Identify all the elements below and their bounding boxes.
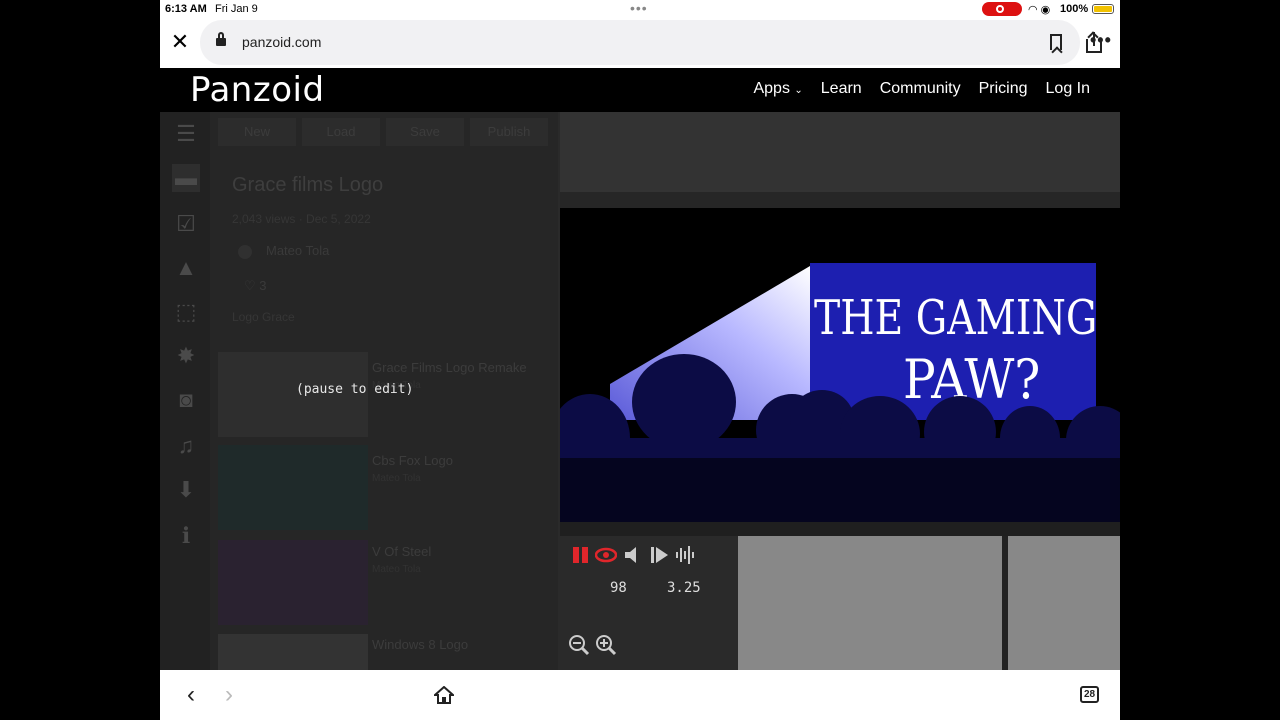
project-meta: 2,043 views · Dec 5, 2022 [232, 212, 371, 226]
save-button[interactable]: Save [386, 118, 464, 146]
time-counter: 3.25 [667, 580, 701, 596]
forward-icon[interactable]: › [216, 682, 242, 708]
site-logo[interactable]: Panzoid [190, 70, 325, 110]
step-forward-icon[interactable] [648, 544, 670, 566]
editor: ☰ ▬ ☑ ▲ ⬚ ✸ ◙ ♫ ⬇ ℹ New Load Save Publis… [160, 112, 1120, 719]
site-nav: Apps ⌄ Learn Community Pricing Log In [753, 80, 1090, 98]
related-title[interactable]: Grace Films Logo Remake [372, 360, 527, 375]
multitasking-dots-icon[interactable]: ••• [630, 0, 648, 16]
address-bar[interactable]: panzoid.com [200, 20, 1102, 65]
waveform-icon[interactable] [674, 544, 696, 566]
screen-text-line1: THE GAMING [814, 290, 1097, 346]
status-date: Fri Jan 9 [215, 3, 258, 15]
info-icon[interactable]: ℹ [172, 522, 200, 550]
status-time: 6:13 AM [165, 3, 207, 15]
related-title[interactable]: Windows 8 Logo [372, 637, 468, 652]
divider [560, 192, 1120, 208]
load-button[interactable]: Load [302, 118, 380, 146]
nav-community[interactable]: Community [880, 80, 961, 98]
chevron-down-icon: ⌄ [794, 85, 803, 96]
url-text: panzoid.com [242, 34, 322, 50]
related-sub: Mateo Tola [372, 564, 421, 575]
wifi-icon: ◠ ◉ [1028, 4, 1051, 16]
zoom-in-icon[interactable] [595, 634, 617, 656]
likes-count: 3 [259, 278, 267, 293]
publish-button[interactable]: Publish [470, 118, 548, 146]
project-panel: ☰ ▬ ☑ ▲ ⬚ ✸ ◙ ♫ ⬇ ℹ New Load Save Publis… [160, 112, 558, 719]
site-header: Panzoid Apps ⌄ Learn Community Pricing L… [160, 68, 1120, 112]
related-sub: Mateo Tola [372, 473, 421, 484]
timeline[interactable] [738, 536, 1120, 670]
camera-icon[interactable]: ◙ [172, 386, 200, 414]
bookmark-icon[interactable] [1050, 34, 1062, 50]
properties-area [560, 112, 1120, 192]
nav-login[interactable]: Log In [1046, 80, 1090, 98]
effects-icon[interactable]: ✸ [172, 342, 200, 370]
new-button[interactable]: New [218, 118, 296, 146]
related-title[interactable]: Cbs Fox Logo [372, 453, 453, 468]
timeline-divider[interactable] [1002, 536, 1008, 670]
menu-icon[interactable]: ☰ [172, 120, 200, 148]
back-icon[interactable]: ‹ [178, 682, 204, 708]
home-icon[interactable] [434, 686, 454, 704]
pause-icon[interactable] [570, 544, 592, 566]
folder-icon[interactable]: ▬ [172, 164, 200, 192]
lock-icon [216, 32, 226, 48]
image-icon[interactable]: ▲ [172, 254, 200, 282]
project-author[interactable]: Mateo Tola [266, 243, 329, 258]
volume-icon[interactable] [622, 544, 644, 566]
related-title[interactable]: V Of Steel [372, 544, 431, 559]
music-icon[interactable]: ♫ [172, 432, 200, 460]
project-title: Grace films Logo [232, 174, 384, 196]
tool-rail: ☰ ▬ ☑ ▲ ⬚ ✸ ◙ ♫ ⬇ ℹ [160, 112, 210, 670]
related-thumb[interactable] [218, 445, 368, 530]
nav-apps[interactable]: Apps ⌄ [753, 80, 802, 98]
browser-toolbar: ✕ panzoid.com ••• [160, 18, 1120, 68]
pause-to-edit-label: (pause to edit) [296, 382, 414, 397]
nav-apps-label: Apps [753, 80, 790, 97]
playback-controls: 98 3.25 [560, 536, 738, 670]
eye-icon[interactable] [595, 544, 617, 566]
preview-scene: THE GAMING PAW? [560, 208, 1120, 522]
nav-pricing[interactable]: Pricing [979, 80, 1028, 98]
cube-icon[interactable]: ⬚ [172, 298, 200, 326]
more-options-icon[interactable]: ••• [1090, 30, 1112, 51]
screen-recording-icon[interactable] [982, 2, 1022, 16]
divider [560, 522, 1120, 536]
ipad-screen: 6:13 AM Fri Jan 9 ••• ◠ ◉ 100% ✕ panzoid… [160, 0, 1120, 720]
related-thumb[interactable] [218, 540, 368, 625]
checkbox-icon[interactable]: ☑ [172, 210, 200, 238]
close-icon[interactable]: ✕ [170, 31, 190, 53]
browser-bottom-bar: ‹ › 28 [160, 670, 1120, 720]
heart-icon: ♡ [244, 278, 256, 293]
nav-learn[interactable]: Learn [821, 80, 862, 98]
zoom-out-icon[interactable] [568, 634, 590, 656]
project-tags: Logo Grace [232, 310, 295, 324]
download-icon[interactable]: ⬇ [172, 476, 200, 504]
preview-canvas[interactable]: THE GAMING PAW? [560, 208, 1120, 522]
likes[interactable]: ♡ 3 [244, 278, 267, 294]
battery-percent: 100% [1060, 3, 1089, 15]
status-bar: 6:13 AM Fri Jan 9 ••• ◠ ◉ 100% [160, 0, 1120, 18]
tabs-icon[interactable]: 28 [1080, 686, 1099, 703]
battery-icon [1092, 4, 1114, 14]
frame-counter: 98 [610, 580, 627, 596]
author-avatar[interactable] [238, 245, 252, 259]
file-buttons: New Load Save Publish [218, 118, 548, 146]
